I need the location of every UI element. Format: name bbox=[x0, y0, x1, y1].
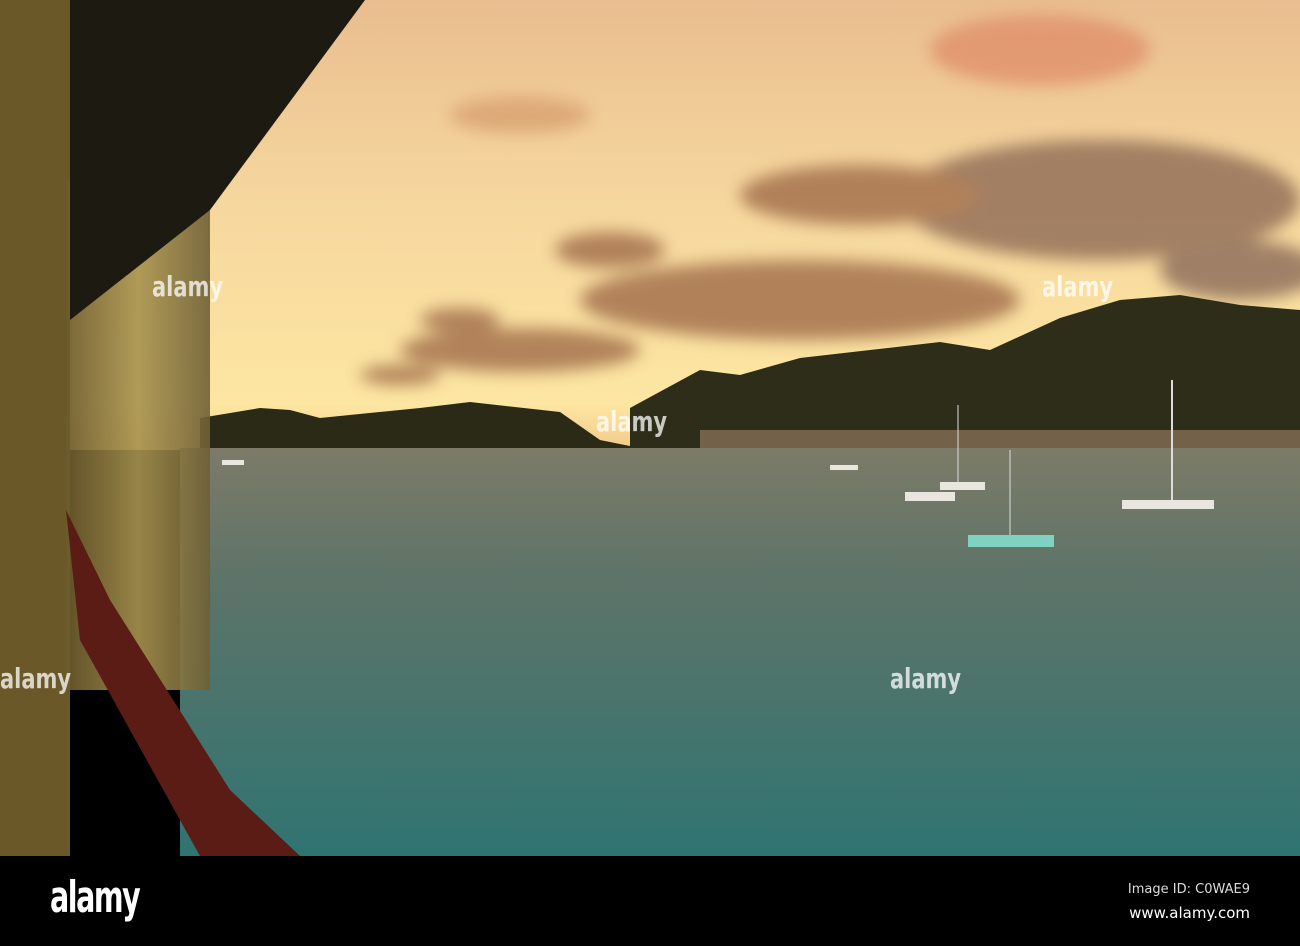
watermark-text: alamy bbox=[152, 270, 224, 303]
alamy-logo: alamy bbox=[50, 872, 141, 923]
water bbox=[180, 448, 1300, 856]
stock-photo-page: alamy alamy alamy alamy alamy alamy Imag… bbox=[0, 0, 1300, 946]
image-id: Image ID: C0WAE9 bbox=[1127, 882, 1250, 897]
watermark-text: alamy bbox=[1042, 270, 1114, 303]
stock-banner: alamy Image ID: C0WAE9 www.alamy.com bbox=[0, 856, 1300, 946]
watermark-text: alamy bbox=[0, 662, 72, 695]
watermark-text: alamy bbox=[890, 662, 962, 695]
site-url: www.alamy.com bbox=[1129, 904, 1250, 922]
ship-hull bbox=[0, 0, 70, 856]
watermark-text: alamy bbox=[596, 405, 668, 438]
